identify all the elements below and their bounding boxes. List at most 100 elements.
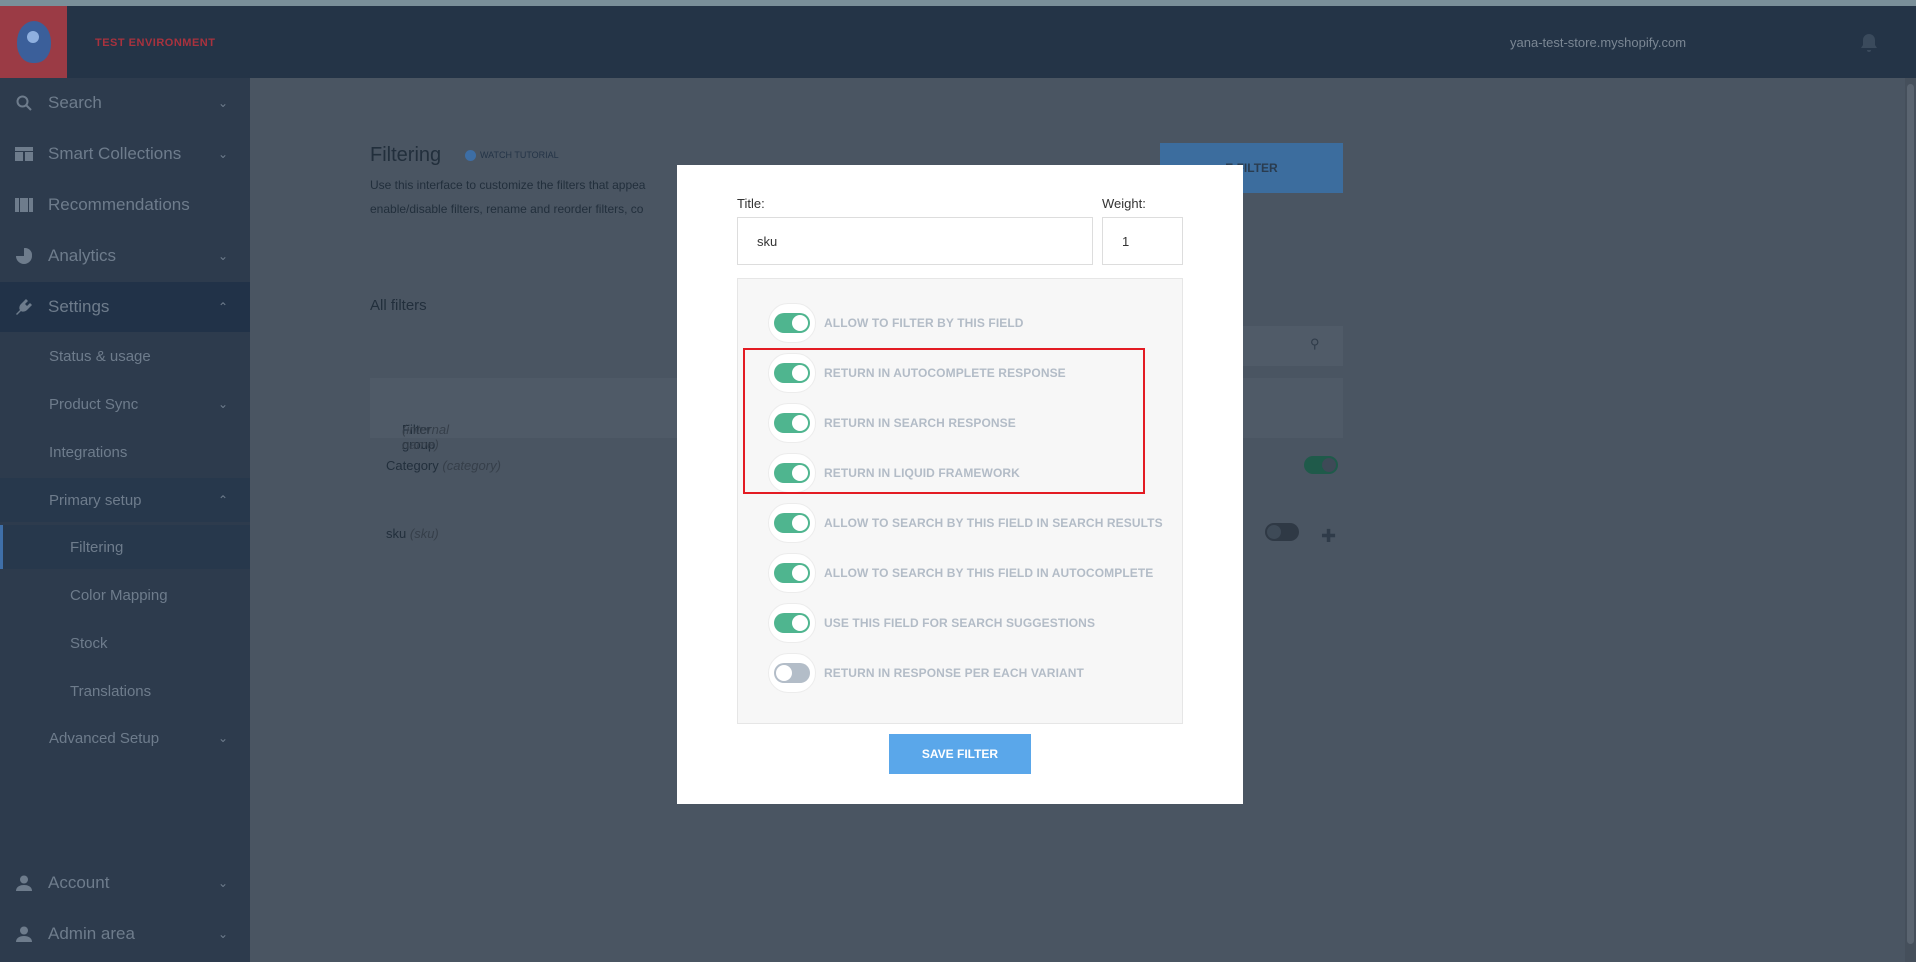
description-line: Use this interface to customize the filt… xyxy=(370,178,646,192)
bell-icon[interactable] xyxy=(1858,32,1880,54)
description-line: enable/disable filters, rename and reord… xyxy=(370,202,644,216)
title-label: Title: xyxy=(737,196,765,211)
sidebar-item-analytics[interactable]: Analytics ⌄ xyxy=(0,231,250,281)
option-label: RETURN IN RESPONSE PER EACH VARIANT xyxy=(824,666,1084,680)
sidebar-item-account[interactable]: Account ⌄ xyxy=(0,858,250,908)
filter-internal-name: (sku) xyxy=(409,526,439,541)
option-search-suggestions[interactable]: USE THIS FIELD FOR SEARCH SUGGESTIONS xyxy=(768,603,1095,643)
sidebar-item-label: Recommendations xyxy=(48,195,190,214)
sidebar: Search ⌄ Smart Collections ⌄ Recommendat… xyxy=(0,78,250,962)
user-icon xyxy=(0,875,48,891)
chevron-down-icon: ⌄ xyxy=(217,147,228,161)
chevron-down-icon: ⌄ xyxy=(217,249,228,263)
option-search-results[interactable]: ALLOW TO SEARCH BY THIS FIELD IN SEARCH … xyxy=(768,503,1163,543)
sidebar-item-status-usage[interactable]: Status & usage xyxy=(0,334,250,378)
sidebar-item-color-mapping[interactable]: Color Mapping xyxy=(0,573,250,617)
sidebar-item-primary-setup[interactable]: Primary setup ⌃ xyxy=(0,478,250,522)
save-filter-button[interactable]: SAVE FILTER xyxy=(889,734,1031,774)
title-input[interactable] xyxy=(737,217,1093,265)
sidebar-item-search[interactable]: Search ⌄ xyxy=(0,78,250,128)
filter-internal-name: (category) xyxy=(442,458,501,473)
play-icon xyxy=(465,150,476,162)
option-search-autocomplete[interactable]: ALLOW TO SEARCH BY THIS FIELD IN AUTOCOM… xyxy=(768,553,1153,593)
toggle-knob xyxy=(774,613,810,633)
filter-name: sku xyxy=(386,526,407,541)
sidebar-subitem-label: Stock xyxy=(70,634,108,652)
option-label: ALLOW TO SEARCH BY THIS FIELD IN AUTOCOM… xyxy=(824,566,1154,580)
logo-icon xyxy=(16,21,51,63)
sidebar-item-stock[interactable]: Stock xyxy=(0,621,250,665)
environment-label: TEST ENVIRONMENT xyxy=(95,37,216,49)
weight-input[interactable] xyxy=(1102,217,1183,265)
toggle-switch[interactable] xyxy=(768,603,816,643)
sidebar-subitem-label: Primary setup xyxy=(49,491,142,509)
chevron-up-icon: ⌃ xyxy=(217,493,228,507)
page-title: Filtering xyxy=(370,144,442,166)
toggle-switch[interactable] xyxy=(768,303,816,343)
sidebar-item-label: Admin area xyxy=(48,924,135,943)
app-logo[interactable] xyxy=(0,6,67,78)
filter-options-panel: ALLOW TO FILTER BY THIS FIELD RETURN IN … xyxy=(737,278,1183,724)
toggle-knob xyxy=(774,663,810,683)
chevron-down-icon: ⌄ xyxy=(217,876,228,890)
sidebar-item-recommendations[interactable]: Recommendations xyxy=(0,180,250,230)
sidebar-item-translations[interactable]: Translations xyxy=(0,669,250,713)
sidebar-subitem-label: Filtering xyxy=(70,538,124,556)
watch-tutorial-link[interactable]: WATCH TUTORIAL xyxy=(465,150,559,162)
option-label: ALLOW TO FILTER BY THIS FIELD xyxy=(824,316,1024,330)
sidebar-subitem-label: Translations xyxy=(70,682,152,700)
sidebar-item-integrations[interactable]: Integrations xyxy=(0,430,250,474)
sidebar-item-label: Smart Collections xyxy=(48,144,182,163)
filter-enabled-toggle[interactable] xyxy=(1304,456,1338,474)
toggle-knob xyxy=(774,313,810,333)
chevron-down-icon: ⌄ xyxy=(217,731,228,745)
user-icon xyxy=(0,926,48,942)
toggle-switch[interactable] xyxy=(768,503,816,543)
sidebar-subitem-label: Status & usage xyxy=(49,347,151,365)
toggle-knob xyxy=(774,513,810,533)
sidebar-item-label: Search xyxy=(48,93,102,112)
toggle-knob xyxy=(774,563,810,583)
chevron-down-icon: ⌄ xyxy=(217,927,228,941)
option-per-variant[interactable]: RETURN IN RESPONSE PER EACH VARIANT xyxy=(768,653,1084,693)
sidebar-item-advanced-setup[interactable]: Advanced Setup ⌄ xyxy=(0,716,250,760)
pie-chart-icon xyxy=(0,248,48,264)
top-bar: TEST ENVIRONMENT yana-test-store.myshopi… xyxy=(0,0,1916,78)
grid-icon xyxy=(0,147,48,161)
filter-name: Category xyxy=(386,458,439,473)
sidebar-subitem-label: Color Mapping xyxy=(70,586,168,604)
sidebar-item-label: Account xyxy=(48,873,110,892)
sidebar-item-smart-collections[interactable]: Smart Collections ⌄ xyxy=(0,129,250,179)
highlight-annotation xyxy=(743,348,1145,494)
sidebar-subitem-label: Integrations xyxy=(49,443,128,461)
toggle-switch[interactable] xyxy=(768,553,816,593)
option-label: ALLOW TO SEARCH BY THIS FIELD IN SEARCH … xyxy=(824,516,1163,530)
all-filters-heading: All filters xyxy=(370,297,427,314)
sidebar-item-label: Analytics xyxy=(48,246,117,265)
chevron-down-icon: ⌄ xyxy=(217,397,228,411)
sidebar-item-label: Settings xyxy=(48,297,110,316)
page-description: Use this interface to customize the filt… xyxy=(370,173,680,221)
drag-move-icon[interactable]: ✚ xyxy=(1321,526,1336,547)
scrollbar-thumb[interactable] xyxy=(1907,84,1914,944)
toggle-switch[interactable] xyxy=(768,653,816,693)
store-name[interactable]: yana-test-store.myshopify.com xyxy=(1510,35,1686,50)
search-icon: ⚲ xyxy=(1310,336,1320,351)
option-allow-filter[interactable]: ALLOW TO FILTER BY THIS FIELD xyxy=(768,303,1024,343)
filter-enabled-toggle[interactable] xyxy=(1265,523,1299,541)
sidebar-item-settings[interactable]: Settings ⌃ xyxy=(0,282,250,332)
sidebar-item-admin-area[interactable]: Admin area ⌄ xyxy=(0,909,250,959)
edit-filter-modal: Title: Weight: ALLOW TO FILTER BY THIS F… xyxy=(677,165,1243,804)
sidebar-subitem-label: Advanced Setup xyxy=(49,729,160,747)
sidebar-item-filtering[interactable]: Filtering xyxy=(0,525,250,569)
chevron-down-icon: ⌄ xyxy=(217,96,228,110)
sidebar-item-product-sync[interactable]: Product Sync ⌄ xyxy=(0,382,250,426)
sidebar-subitem-label: Product Sync xyxy=(49,395,139,413)
weight-label: Weight: xyxy=(1102,196,1146,211)
tutorial-label: WATCH TUTORIAL xyxy=(480,150,559,160)
search-icon xyxy=(0,95,48,111)
chevron-up-icon: ⌃ xyxy=(217,300,228,314)
film-icon xyxy=(0,198,48,212)
plug-icon xyxy=(0,298,48,316)
option-label: USE THIS FIELD FOR SEARCH SUGGESTIONS xyxy=(824,616,1096,630)
